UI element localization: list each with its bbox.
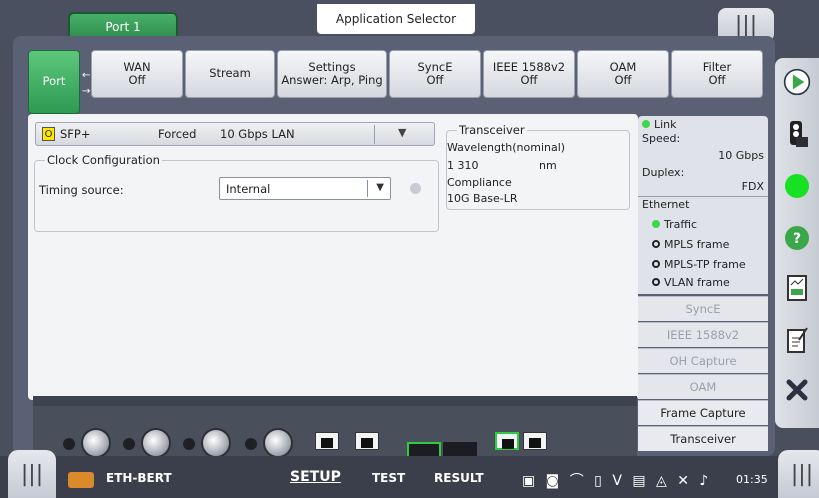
side-button-synce[interactable]: SyncE bbox=[638, 296, 768, 321]
wavelength-label: Wavelength(nominal) bbox=[447, 141, 566, 154]
tab-oam[interactable]: OAM Off bbox=[577, 50, 669, 98]
timing-source-select[interactable]: Internal ▼ bbox=[219, 177, 391, 200]
duplex-label: Duplex: bbox=[642, 166, 685, 179]
mpls-tp-status: MPLS-TP frame bbox=[652, 258, 746, 271]
tab-setup[interactable]: SETUP bbox=[290, 469, 341, 485]
dropdown-arrow-icon[interactable]: ▼ bbox=[398, 126, 406, 139]
tab-synce[interactable]: SyncE Off bbox=[389, 50, 481, 98]
tab-wan[interactable]: WAN Off bbox=[91, 50, 183, 98]
divider bbox=[638, 196, 768, 197]
eth-bert-app-icon[interactable] bbox=[68, 472, 94, 488]
rj45-port-active-icon bbox=[495, 432, 519, 450]
left-menu-button[interactable]: ||| bbox=[8, 450, 56, 498]
ethernet-label: Ethernet bbox=[642, 198, 690, 211]
sfp-select[interactable]: O SFP+ Forced 10 Gbps LAN ▼ bbox=[35, 122, 435, 146]
tab-filter[interactable]: Filter Off bbox=[671, 50, 763, 98]
wavelength-value: 1 310 bbox=[447, 159, 479, 172]
port-dot bbox=[123, 438, 135, 450]
side-button-ieee1588v2[interactable]: IEEE 1588v2 bbox=[638, 322, 768, 347]
app-name: ETH-BERT bbox=[106, 471, 172, 485]
wavelength-unit: nm bbox=[539, 159, 557, 172]
dropdown-arrow-icon[interactable]: ▼ bbox=[376, 182, 384, 193]
transceiver-group: Transceiver Wavelength(nominal) 1 310 nm… bbox=[446, 123, 630, 210]
hardware-ports-image bbox=[33, 396, 637, 462]
help-icon[interactable]: ? bbox=[783, 224, 811, 252]
start-play-icon[interactable] bbox=[783, 68, 811, 96]
rj45-port-icon bbox=[355, 432, 379, 450]
edit-notes-icon[interactable] bbox=[783, 326, 811, 354]
close-icon[interactable] bbox=[783, 376, 811, 404]
speed-label: Speed: bbox=[642, 132, 681, 145]
clock-time: 01:35 bbox=[736, 473, 768, 486]
divider bbox=[374, 125, 375, 144]
link-indicator-icon bbox=[642, 120, 650, 128]
compliance-label: Compliance bbox=[447, 176, 512, 189]
tab-test[interactable]: TEST bbox=[372, 471, 405, 485]
rj45-port-icon bbox=[315, 432, 339, 450]
mpls-tp-indicator-icon bbox=[652, 260, 660, 268]
traffic-status: Traffic bbox=[652, 218, 697, 231]
mpls-indicator-icon bbox=[652, 240, 660, 248]
timing-status-dot bbox=[410, 183, 421, 194]
content-area: O SFP+ Forced 10 Gbps LAN ▼ Clock Config… bbox=[28, 114, 638, 400]
mpls-status: MPLS frame bbox=[652, 238, 729, 251]
tab-port[interactable]: Port bbox=[28, 50, 80, 114]
traffic-indicator-icon bbox=[652, 220, 660, 228]
bnc-connector-icon bbox=[81, 428, 111, 458]
side-button-oh-capture[interactable]: OH Capture bbox=[638, 348, 768, 373]
tab-label: Port bbox=[42, 74, 66, 89]
sfp-type: SFP+ bbox=[60, 127, 91, 141]
port-arrows-2: → bbox=[82, 86, 91, 97]
tab-settings[interactable]: Settings Answer: Arp, Ping bbox=[277, 50, 387, 98]
port-dot bbox=[183, 438, 195, 450]
bnc-connector-icon bbox=[141, 428, 171, 458]
vlan-status: VLAN frame bbox=[652, 276, 730, 289]
sfp-indicator: O bbox=[42, 127, 55, 141]
compliance-value: 10G Base-LR bbox=[447, 192, 518, 205]
port-dot bbox=[245, 438, 257, 450]
right-menu-button[interactable]: ||| bbox=[778, 450, 819, 498]
sfp-rate: 10 Gbps LAN bbox=[220, 127, 295, 141]
tab-ieee1588v2[interactable]: IEEE 1588v2 Off bbox=[483, 50, 575, 98]
duplex-value: FDX bbox=[741, 180, 764, 193]
right-toolbar: ? bbox=[775, 58, 819, 428]
status-led-icon bbox=[783, 172, 811, 200]
system-status-icons: ▣ ◙ ⌒ ▯ V ▤ ◬ ✕ ♪ bbox=[522, 473, 712, 489]
status-panel: Link Speed: 10 Gbps Duplex: FDX Ethernet… bbox=[638, 116, 768, 294]
clock-configuration-group: Clock Configuration Timing source: Inter… bbox=[34, 153, 439, 232]
speed-value: 10 Gbps bbox=[718, 149, 764, 162]
report-icon[interactable] bbox=[783, 274, 811, 302]
side-button-oam[interactable]: OAM bbox=[638, 374, 768, 399]
tab-result[interactable]: RESULT bbox=[434, 471, 484, 485]
application-selector-button[interactable]: Application Selector bbox=[317, 4, 475, 34]
bnc-connector-icon bbox=[201, 428, 231, 458]
bnc-connector-icon bbox=[263, 428, 293, 458]
side-button-transceiver[interactable]: Transceiver bbox=[638, 426, 768, 451]
link-status: Link bbox=[642, 118, 677, 131]
timing-source-label: Timing source: bbox=[39, 183, 124, 197]
divider bbox=[367, 180, 368, 197]
sfp-mode: Forced bbox=[158, 127, 197, 141]
svg-text:?: ? bbox=[793, 231, 801, 247]
transceiver-title: Transceiver bbox=[457, 123, 527, 137]
tab-stream[interactable]: Stream bbox=[185, 50, 275, 98]
clock-configuration-title: Clock Configuration bbox=[45, 153, 162, 167]
rj45-port-icon bbox=[523, 432, 547, 450]
timing-source-value: Internal bbox=[226, 182, 271, 196]
traffic-light-icon[interactable] bbox=[783, 120, 811, 148]
side-button-frame-capture[interactable]: Frame Capture bbox=[638, 400, 768, 425]
vlan-indicator-icon bbox=[652, 278, 660, 286]
port-dot bbox=[63, 438, 75, 450]
